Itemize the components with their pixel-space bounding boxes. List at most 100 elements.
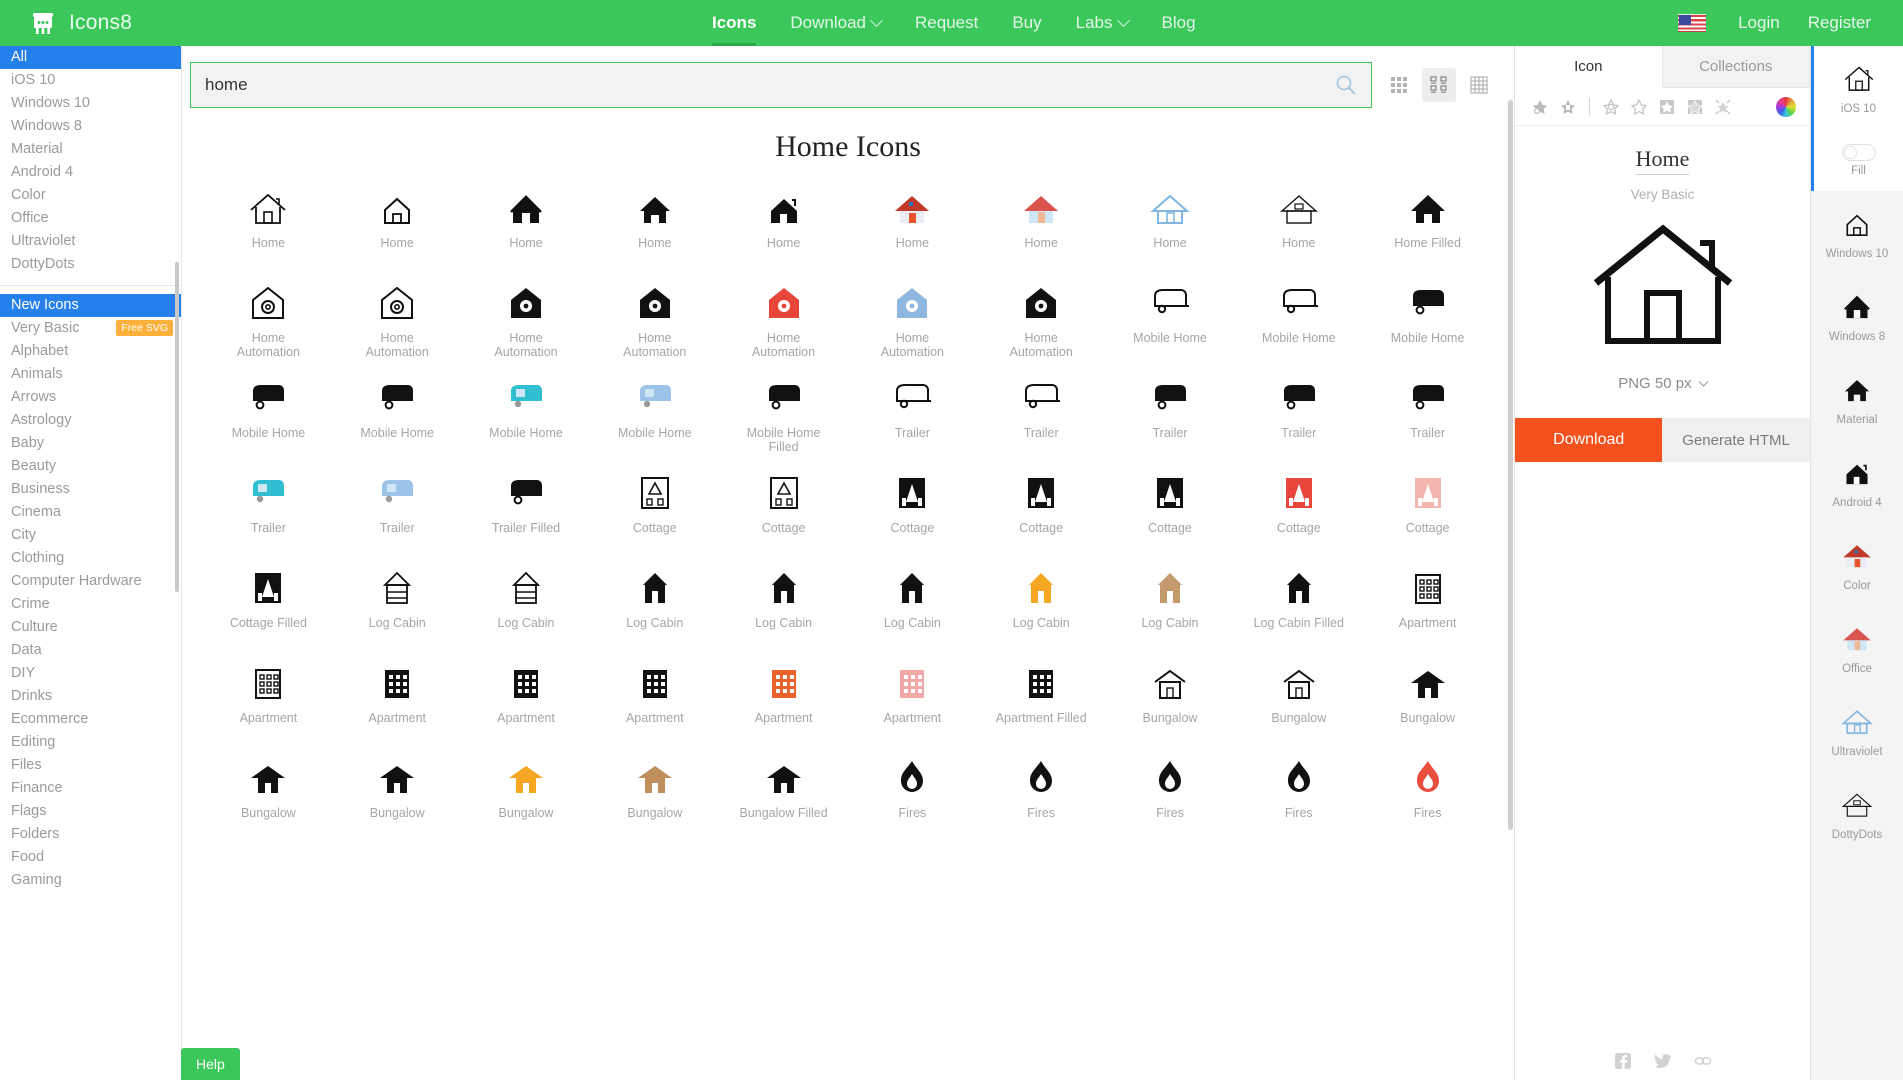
format-selector[interactable]: PNG 50 px (1515, 375, 1810, 392)
icon-result-card[interactable]: Cottage (1106, 461, 1235, 556)
icon-result-card[interactable]: Trailer (1106, 366, 1235, 461)
icon-result-card[interactable]: Home Automation (848, 271, 977, 366)
icon-result-card[interactable]: Fires (848, 746, 977, 841)
sidebar-category-cinema[interactable]: Cinema (0, 501, 181, 524)
tab-icon[interactable]: Icon (1515, 46, 1663, 88)
icon-result-card[interactable]: Mobile Home (204, 366, 333, 461)
icon-result-card[interactable]: Trailer (333, 461, 462, 556)
sidebar-platform-windows-8[interactable]: Windows 8 (0, 115, 181, 138)
icon-result-card[interactable]: Home Automation (462, 271, 591, 366)
icon-result-card[interactable]: Cottage (848, 461, 977, 556)
icon-result-card[interactable]: Log Cabin (719, 556, 848, 651)
sidebar-scrollbar[interactable] (175, 262, 179, 592)
star-hole-icon[interactable] (1600, 96, 1622, 118)
rail-platform-material[interactable]: Material (1811, 357, 1903, 440)
sidebar-platform-color[interactable]: Color (0, 184, 181, 207)
icon-result-card[interactable]: Bungalow Filled (719, 746, 848, 841)
icon-result-card[interactable]: Trailer Filled (462, 461, 591, 556)
icon-result-card[interactable]: Fires (1234, 746, 1363, 841)
sidebar-category-clothing[interactable]: Clothing (0, 547, 181, 570)
sidebar-category-baby[interactable]: Baby (0, 432, 181, 455)
icon-result-card[interactable]: Home (204, 176, 333, 271)
star-square-bold-icon[interactable] (1684, 96, 1706, 118)
nav-item-icons[interactable]: Icons (695, 0, 773, 46)
view-compact-button[interactable] (1382, 68, 1416, 102)
search-input[interactable] (205, 75, 1335, 95)
icon-result-card[interactable]: Apartment (333, 651, 462, 746)
icon-result-card[interactable]: Log Cabin Filled (1234, 556, 1363, 651)
icon-result-card[interactable]: Cottage Filled (204, 556, 333, 651)
icon-result-card[interactable]: Apartment (1363, 556, 1492, 651)
sidebar-category-crime[interactable]: Crime (0, 593, 181, 616)
sidebar-category-data[interactable]: Data (0, 639, 181, 662)
sidebar-category-computer-hardware[interactable]: Computer Hardware (0, 570, 181, 593)
rail-platform-dottydots[interactable]: DottyDots (1811, 772, 1903, 855)
nav-item-buy[interactable]: Buy (995, 0, 1058, 46)
icon-result-card[interactable]: Trailer (1363, 366, 1492, 461)
rail-platform-windows-8[interactable]: Windows 8 (1811, 274, 1903, 357)
sidebar-category-finance[interactable]: Finance (0, 777, 181, 800)
icon-result-card[interactable]: Home Filled (1363, 176, 1492, 271)
sidebar-category-business[interactable]: Business (0, 478, 181, 501)
icon-result-card[interactable]: Mobile Home (1106, 271, 1235, 366)
sidebar-category-animals[interactable]: Animals (0, 363, 181, 386)
sidebar-category-food[interactable]: Food (0, 846, 181, 869)
icon-result-card[interactable]: Home Automation (333, 271, 462, 366)
icon-result-card[interactable]: Log Cabin (848, 556, 977, 651)
star-pointer-icon[interactable] (1529, 96, 1551, 118)
icon-result-card[interactable]: Mobile Home (1234, 271, 1363, 366)
link-icon[interactable] (1694, 1052, 1712, 1070)
sidebar-category-alphabet[interactable]: Alphabet (0, 340, 181, 363)
sidebar-category-astrology[interactable]: Astrology (0, 409, 181, 432)
icon-result-card[interactable]: Home Automation (977, 271, 1106, 366)
icon-result-card[interactable]: Home (1234, 176, 1363, 271)
twitter-icon[interactable] (1654, 1052, 1672, 1070)
icon-result-card[interactable]: Log Cabin (590, 556, 719, 651)
sidebar-category-folders[interactable]: Folders (0, 823, 181, 846)
tab-collections[interactable]: Collections (1662, 46, 1810, 87)
sidebar-category-city[interactable]: City (0, 524, 181, 547)
sidebar-category-drinks[interactable]: Drinks (0, 685, 181, 708)
icon-result-card[interactable]: Home (590, 176, 719, 271)
icon-result-card[interactable]: Mobile Home Filled (719, 366, 848, 461)
rail-platform-office[interactable]: Office (1811, 606, 1903, 689)
rail-platform-ultraviolet[interactable]: Ultraviolet (1811, 689, 1903, 772)
icon-result-card[interactable]: Home (977, 176, 1106, 271)
icon-result-card[interactable]: Trailer (1234, 366, 1363, 461)
icon-result-card[interactable]: Trailer (977, 366, 1106, 461)
help-button[interactable]: Help (181, 1048, 240, 1080)
download-button[interactable]: Download (1515, 418, 1663, 462)
rail-platform-android-4[interactable]: Android 4 (1811, 440, 1903, 523)
us-flag-icon[interactable] (1678, 14, 1707, 32)
brand-logo-link[interactable]: Icons8 (0, 10, 300, 36)
icon-result-card[interactable]: Cottage (1363, 461, 1492, 556)
nav-item-download[interactable]: Download (773, 0, 898, 46)
icon-result-card[interactable]: Cottage (977, 461, 1106, 556)
sidebar-category-culture[interactable]: Culture (0, 616, 181, 639)
star-expand-icon[interactable] (1712, 96, 1734, 118)
icon-result-card[interactable]: Trailer (204, 461, 333, 556)
search-box[interactable] (190, 62, 1372, 108)
icon-result-card[interactable]: Bungalow (462, 746, 591, 841)
fill-toggle[interactable]: Fill (1811, 129, 1903, 191)
icon-result-card[interactable]: Home Automation (719, 271, 848, 366)
sidebar-category-gaming[interactable]: Gaming (0, 869, 181, 892)
icon-result-card[interactable]: Fires (1106, 746, 1235, 841)
sidebar-platform-office[interactable]: Office (0, 207, 181, 230)
rail-platform-color[interactable]: Color (1811, 523, 1903, 606)
icon-result-card[interactable]: Bungalow (204, 746, 333, 841)
color-wheel-icon[interactable] (1776, 96, 1796, 117)
icon-result-card[interactable]: Cottage (1234, 461, 1363, 556)
sidebar-category-editing[interactable]: Editing (0, 731, 181, 754)
view-labeled-button[interactable] (1422, 68, 1456, 102)
icon-result-card[interactable]: Trailer (848, 366, 977, 461)
generate-html-button[interactable]: Generate HTML (1662, 418, 1810, 462)
icon-result-card[interactable]: Cottage (590, 461, 719, 556)
icon-result-card[interactable]: Home (333, 176, 462, 271)
sidebar-category-new-icons[interactable]: New Icons (0, 294, 181, 317)
fill-toggle-switch[interactable] (1841, 143, 1876, 161)
icon-result-card[interactable]: Home (848, 176, 977, 271)
sidebar-category-very-basic[interactable]: Very Basic Free SVG (0, 317, 181, 340)
sidebar-category-ecommerce[interactable]: Ecommerce (0, 708, 181, 731)
icon-result-card[interactable]: Apartment (590, 651, 719, 746)
